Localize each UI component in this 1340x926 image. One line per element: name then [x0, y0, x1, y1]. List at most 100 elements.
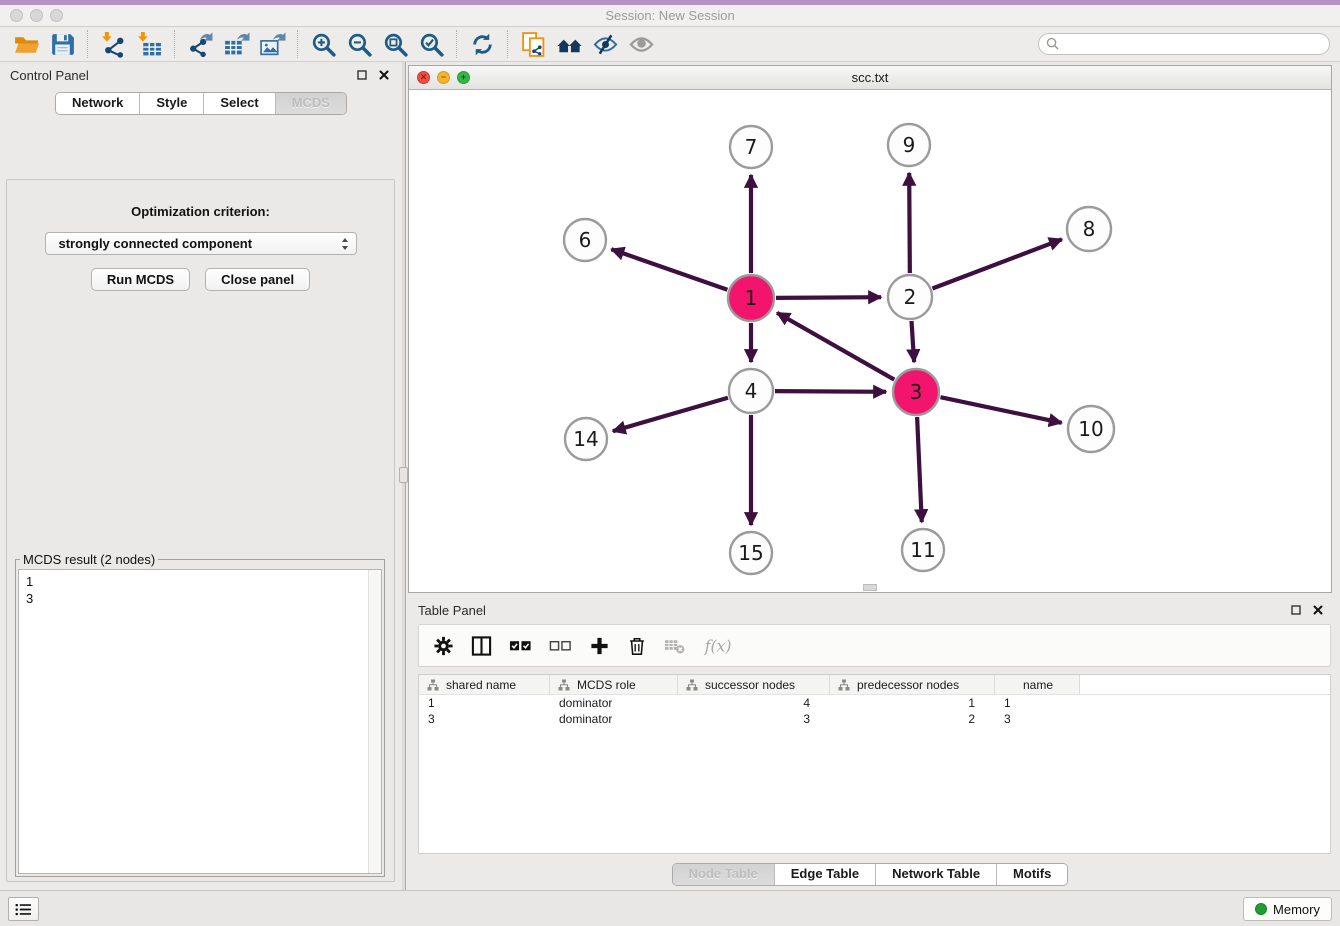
table-tab-edge-table[interactable]: Edge Table	[774, 864, 875, 885]
import-table-icon[interactable]	[131, 29, 167, 60]
graph-edge-3-11[interactable]	[917, 417, 922, 522]
table-cell[interactable]: 1	[830, 695, 995, 711]
column-header-successor-nodes[interactable]: successor nodes	[678, 675, 830, 694]
mcds-result-line: 1	[26, 573, 361, 590]
graph-edge-2-9[interactable]	[909, 173, 910, 273]
graph-edge-4-14[interactable]	[613, 398, 728, 431]
table-tab-motifs[interactable]: Motifs	[996, 864, 1067, 885]
svg-text:f(x): f(x)	[704, 637, 732, 655]
toolbar-separator	[174, 30, 175, 58]
select-all-columns-icon[interactable]	[509, 634, 532, 658]
table-cell[interactable]: 1	[419, 695, 550, 711]
hide-visibility-icon[interactable]	[587, 29, 623, 60]
function-builder-icon: f(x)	[702, 634, 735, 658]
graph-edge-3-10[interactable]	[940, 397, 1061, 423]
memory-button[interactable]: Memory	[1243, 897, 1332, 921]
graph-node-7[interactable]: 7	[730, 126, 772, 168]
divider-grip[interactable]	[399, 467, 408, 483]
graph-node-14[interactable]: 14	[565, 418, 607, 460]
clone-network-icon[interactable]	[515, 29, 551, 60]
add-column-icon[interactable]	[589, 634, 610, 658]
tab-select[interactable]: Select	[203, 93, 274, 114]
svg-text:14: 14	[573, 427, 598, 451]
close-table-panel-icon[interactable]	[1310, 602, 1326, 618]
graph-node-11[interactable]: 11	[902, 529, 944, 571]
show-visibility-icon	[623, 29, 659, 60]
column-layout-icon[interactable]	[471, 634, 492, 658]
table-tab-network-table[interactable]: Network Table	[875, 864, 996, 885]
graph-node-8[interactable]: 8	[1067, 207, 1111, 251]
export-image-icon[interactable]	[254, 29, 290, 60]
graph-node-10[interactable]: 10	[1068, 406, 1114, 452]
criterion-dropdown[interactable]: strongly connected component	[45, 232, 357, 255]
graph-edge-2-8[interactable]	[932, 239, 1061, 288]
zoom-selected-icon[interactable]	[413, 29, 449, 60]
svg-text:10: 10	[1078, 417, 1103, 441]
graph-node-1[interactable]: 1	[728, 275, 774, 321]
table-cell[interactable]: 4	[678, 695, 830, 711]
graph-node-3[interactable]: 3	[893, 369, 939, 415]
column-header-predecessor-nodes[interactable]: predecessor nodes	[830, 675, 995, 694]
table-cell[interactable]: 3	[419, 711, 550, 727]
column-header-label: predecessor nodes	[857, 678, 959, 692]
close-panel-button[interactable]: Close panel	[205, 268, 310, 291]
table-row[interactable]: 1dominator411	[419, 695, 1330, 711]
zoom-fit-icon[interactable]	[377, 29, 413, 60]
column-header-name[interactable]: name	[995, 675, 1080, 694]
application-window: Session: New Session Control Panel Netwo…	[0, 0, 1340, 926]
control-panel: Control Panel NetworkStyleSelectMCDS Opt…	[0, 62, 402, 890]
delete-column-icon[interactable]	[627, 634, 647, 658]
graph-node-4[interactable]: 4	[729, 369, 773, 413]
table-cell[interactable]: dominator	[550, 695, 678, 711]
import-network-icon[interactable]	[95, 29, 131, 60]
save-session-icon[interactable]	[44, 29, 80, 60]
control-panel-title: Control Panel	[10, 68, 89, 83]
hierarchy-icon	[838, 679, 850, 691]
show-panels-button[interactable]	[8, 897, 39, 921]
zoom-in-icon[interactable]	[305, 29, 341, 60]
export-table-icon[interactable]	[218, 29, 254, 60]
float-panel-icon[interactable]	[354, 67, 370, 83]
tab-mcds[interactable]: MCDS	[275, 93, 346, 114]
export-network-icon[interactable]	[182, 29, 218, 60]
float-table-panel-icon[interactable]	[1288, 602, 1304, 618]
graph-edge-1-6[interactable]	[611, 249, 727, 290]
column-header-shared-name[interactable]: shared name	[419, 675, 550, 694]
graph-edge-3-1[interactable]	[777, 313, 894, 380]
tab-style[interactable]: Style	[139, 93, 203, 114]
column-header-MCDS-role[interactable]: MCDS role	[550, 675, 678, 694]
graph-node-15[interactable]: 15	[730, 532, 772, 574]
network-canvas[interactable]: 7 9 6 8 1 2 4 3 14 10 15 11	[409, 90, 1331, 592]
table-cell[interactable]: 1	[995, 695, 1080, 711]
close-panel-icon[interactable]	[376, 67, 392, 83]
refresh-icon[interactable]	[464, 29, 500, 60]
zoom-out-icon[interactable]	[341, 29, 377, 60]
settings-gear-icon[interactable]	[433, 634, 454, 658]
node-table: shared nameMCDS rolesuccessor nodes prede…	[418, 674, 1331, 854]
mcds-result-text[interactable]: 13	[18, 569, 382, 874]
mcds-result-line: 3	[26, 590, 361, 607]
tab-network[interactable]: Network	[56, 93, 139, 114]
table-cell[interactable]: dominator	[550, 711, 678, 727]
graph-node-2[interactable]: 2	[888, 275, 932, 319]
table-cell[interactable]: 2	[830, 711, 995, 727]
run-mcds-button[interactable]: Run MCDS	[91, 268, 190, 291]
deselect-all-columns-icon[interactable]	[549, 634, 572, 658]
table-tab-node-table[interactable]: Node Table	[673, 864, 774, 885]
result-scrollbar[interactable]	[368, 570, 381, 873]
graph-edge-2-3[interactable]	[912, 321, 915, 362]
window-titlebar: Session: New Session	[0, 5, 1340, 27]
table-cell[interactable]: 3	[678, 711, 830, 727]
table-cell[interactable]: 3	[995, 711, 1080, 727]
table-row[interactable]: 3dominator323	[419, 711, 1330, 727]
home-icon[interactable]	[551, 29, 587, 60]
graph-node-6[interactable]: 6	[564, 219, 606, 261]
network-window-titlebar: ✕ − + scc.txt	[409, 66, 1331, 90]
graph-edge-1-2[interactable]	[776, 297, 881, 298]
panel-divider[interactable]	[402, 62, 406, 890]
graph-node-9[interactable]: 9	[888, 124, 930, 166]
network-resize-grip[interactable]	[863, 584, 877, 591]
open-session-icon[interactable]	[8, 29, 44, 60]
search-input[interactable]	[1038, 33, 1330, 55]
graph-edge-4-3[interactable]	[775, 391, 886, 392]
